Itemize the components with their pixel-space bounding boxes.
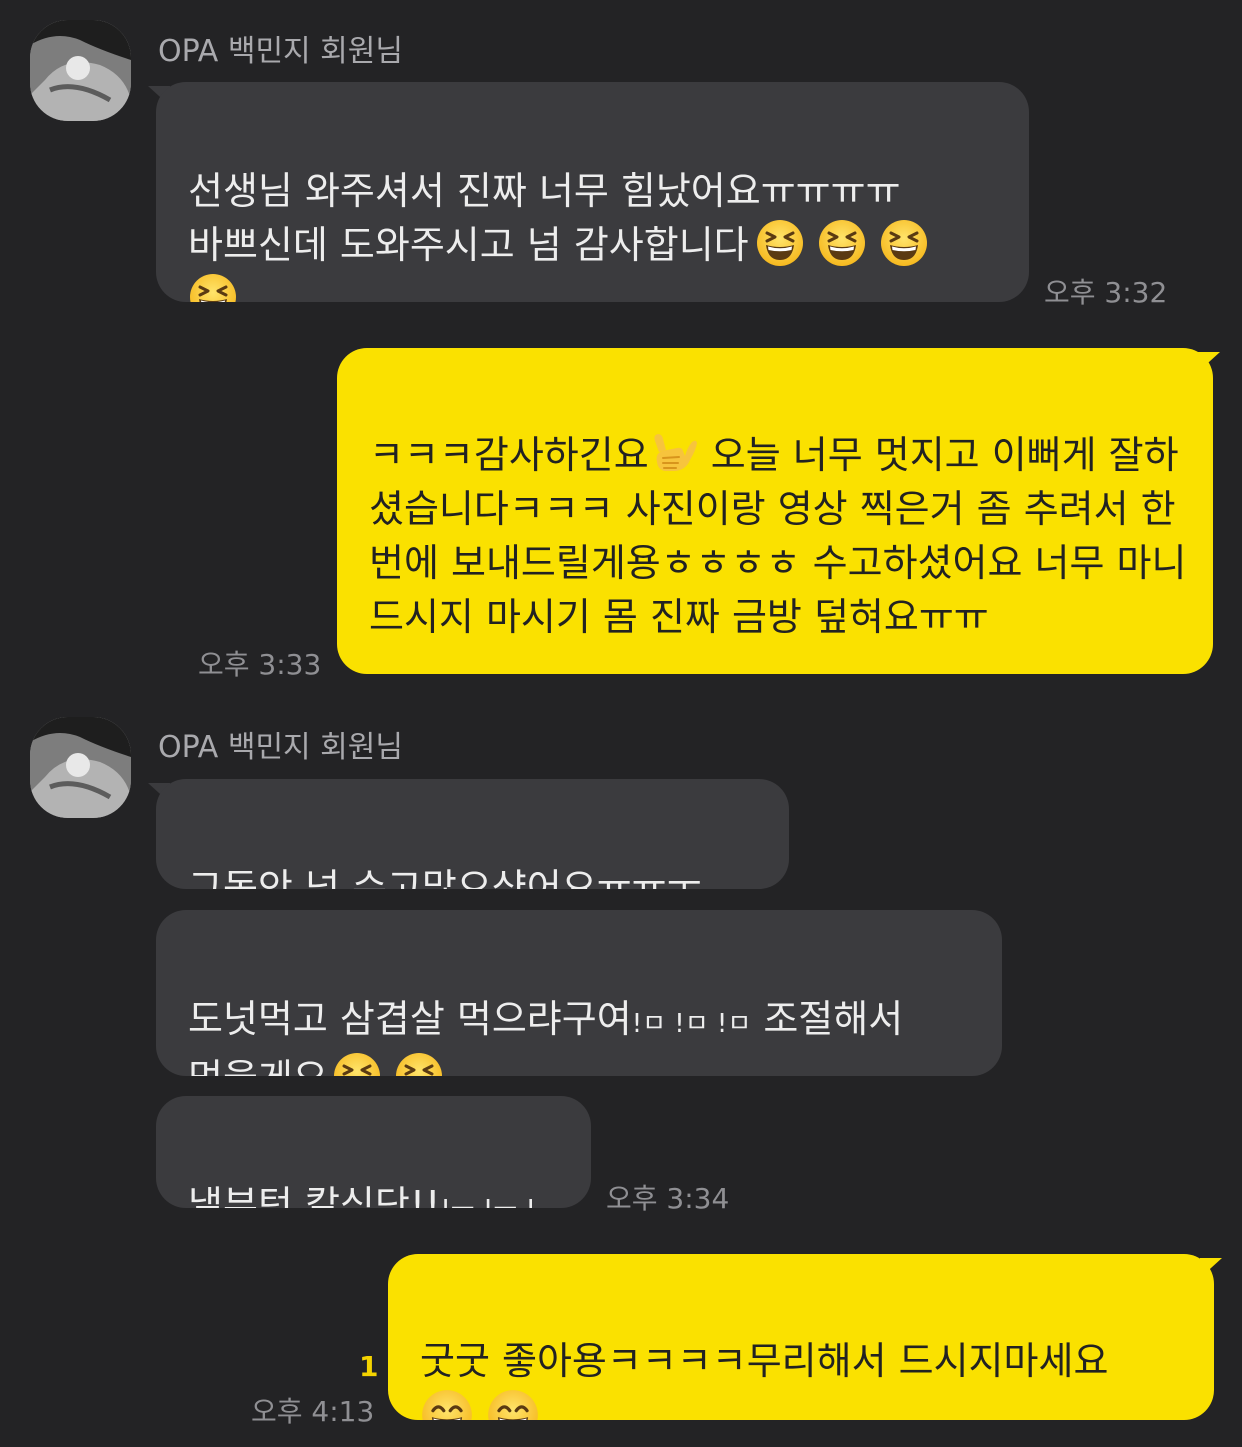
message-bubble[interactable]: 도넛먹고 삼겹살 먹으랴구여!ㅁ !ㅁ !ㅁ 조절해서 먹을게요 [156,910,1002,1076]
message-text: 굿굿 좋아용ㅋㅋㅋㅋ무리해서 드시지마세요 [420,1339,1109,1383]
message-text: 낼부턴 칼식단!! [188,1183,441,1208]
exclamation-marks: !ㅁ !ㅁ !ㅁ [631,1009,752,1039]
message-bubble[interactable]: 낼부턴 칼식단!!!ㅡ !ㅡ !ㅡ [156,1096,591,1208]
message-timestamp: 오후 3:34 [606,1182,730,1215]
beaming-face-icon [420,1388,474,1420]
message-bubble[interactable]: 굿굿 좋아용ㅋㅋㅋㅋ무리해서 드시지마세요 [388,1254,1214,1420]
sender-name: OPA 백민지 회원님 [158,34,403,69]
message-text: 조절해서 [751,997,904,1041]
grinning-squinting-face-icon [332,1051,382,1076]
message-text: ㅋㅋㅋ감사하긴요 [369,433,649,477]
grinning-squinting-face-icon [394,1051,444,1076]
message-timestamp: 오후 4:13 [251,1395,375,1428]
message-line [420,1388,1188,1420]
message-bubble[interactable]: 그동안 넘 수고많으샸어요ㅠㅠㅜ [156,779,789,889]
message-text: 그동안 넘 수고많으샸어요ㅠㅠㅜ [188,866,702,889]
message-line: 먹을게요 [188,1051,970,1076]
grinning-squinting-face-icon [879,218,929,268]
grinning-squinting-face-icon [755,218,805,268]
grinning-squinting-face-icon [188,272,238,302]
message-bubble[interactable]: ㅋㅋㅋ감사하긴요 오늘 너무 멋지고 이뻐게 잘하셨습니다ㅋㅋㅋ 사진이랑 영상… [337,348,1213,674]
unread-count: 1 [359,1350,379,1383]
message-timestamp: 오후 3:32 [1044,276,1168,309]
profile-photo [30,20,131,121]
grinning-squinting-face-icon [817,218,867,268]
sender-name: OPA 백민지 회원님 [158,730,403,765]
avatar[interactable] [30,20,131,121]
profile-photo [30,717,131,818]
avatar[interactable] [30,717,131,818]
message-timestamp: 오후 3:33 [198,648,322,681]
beaming-face-icon [486,1388,540,1420]
message-bubble[interactable]: 선생님 와주셔서 진짜 너무 힘났어요ㅠㅠㅠㅠ 바쁘신데 도와주시고 넘 감사합… [156,82,1029,302]
call-me-hand-icon [649,428,699,478]
message-text: 도넛먹고 삼겹살 먹으랴구여 [188,997,632,1041]
message-text: 먹을게요 [188,1056,328,1076]
